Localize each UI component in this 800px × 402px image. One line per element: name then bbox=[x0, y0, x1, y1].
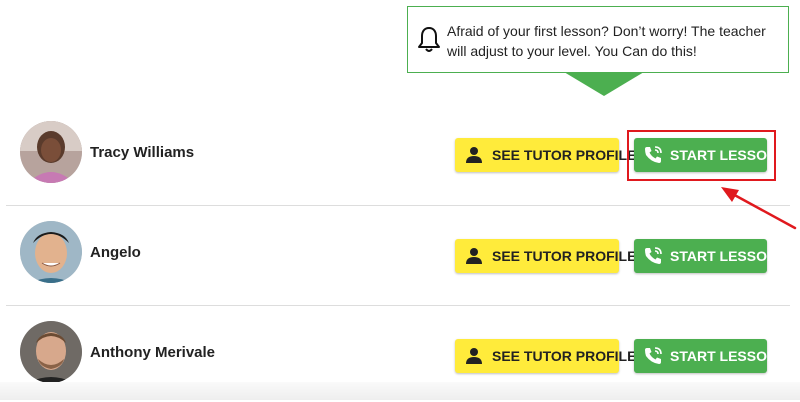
tutor-row: Angelo SEE TUTOR PROFILE START LESSON bbox=[0, 202, 800, 302]
tutor-name: Angelo bbox=[90, 244, 141, 261]
see-tutor-profile-button[interactable]: SEE TUTOR PROFILE bbox=[455, 239, 636, 273]
see-tutor-profile-button[interactable]: SEE TUTOR PROFILE bbox=[455, 138, 636, 172]
avatar bbox=[20, 121, 82, 183]
person-icon bbox=[466, 348, 482, 364]
person-icon bbox=[466, 147, 482, 163]
bottom-fade bbox=[0, 382, 800, 400]
tutor-name: Tracy Williams bbox=[90, 144, 195, 161]
tutor-name: Anthony Merivale bbox=[90, 344, 216, 361]
avatar bbox=[20, 321, 82, 383]
phone-icon bbox=[645, 247, 662, 264]
button-label: SEE TUTOR PROFILE bbox=[492, 348, 637, 364]
button-label: SEE TUTOR PROFILE bbox=[492, 147, 637, 163]
highlight-box bbox=[627, 130, 776, 181]
button-label: SEE TUTOR PROFILE bbox=[492, 248, 637, 264]
phone-icon bbox=[645, 347, 662, 364]
start-lesson-button[interactable]: START LESSON bbox=[634, 339, 777, 373]
avatar bbox=[20, 221, 82, 283]
bell-icon bbox=[418, 27, 440, 52]
start-lesson-button[interactable]: START LESSON bbox=[634, 239, 777, 273]
see-tutor-profile-button[interactable]: SEE TUTOR PROFILE bbox=[455, 339, 636, 373]
tooltip-message: Afraid of your first lesson? Don’t worry… bbox=[447, 23, 766, 59]
button-label: START LESSON bbox=[670, 348, 778, 364]
button-label: START LESSON bbox=[670, 248, 778, 264]
encouragement-tooltip: Afraid of your first lesson? Don’t worry… bbox=[407, 6, 789, 73]
tooltip-pointer bbox=[564, 72, 644, 96]
person-icon bbox=[466, 248, 482, 264]
red-arrow-icon bbox=[721, 187, 797, 230]
